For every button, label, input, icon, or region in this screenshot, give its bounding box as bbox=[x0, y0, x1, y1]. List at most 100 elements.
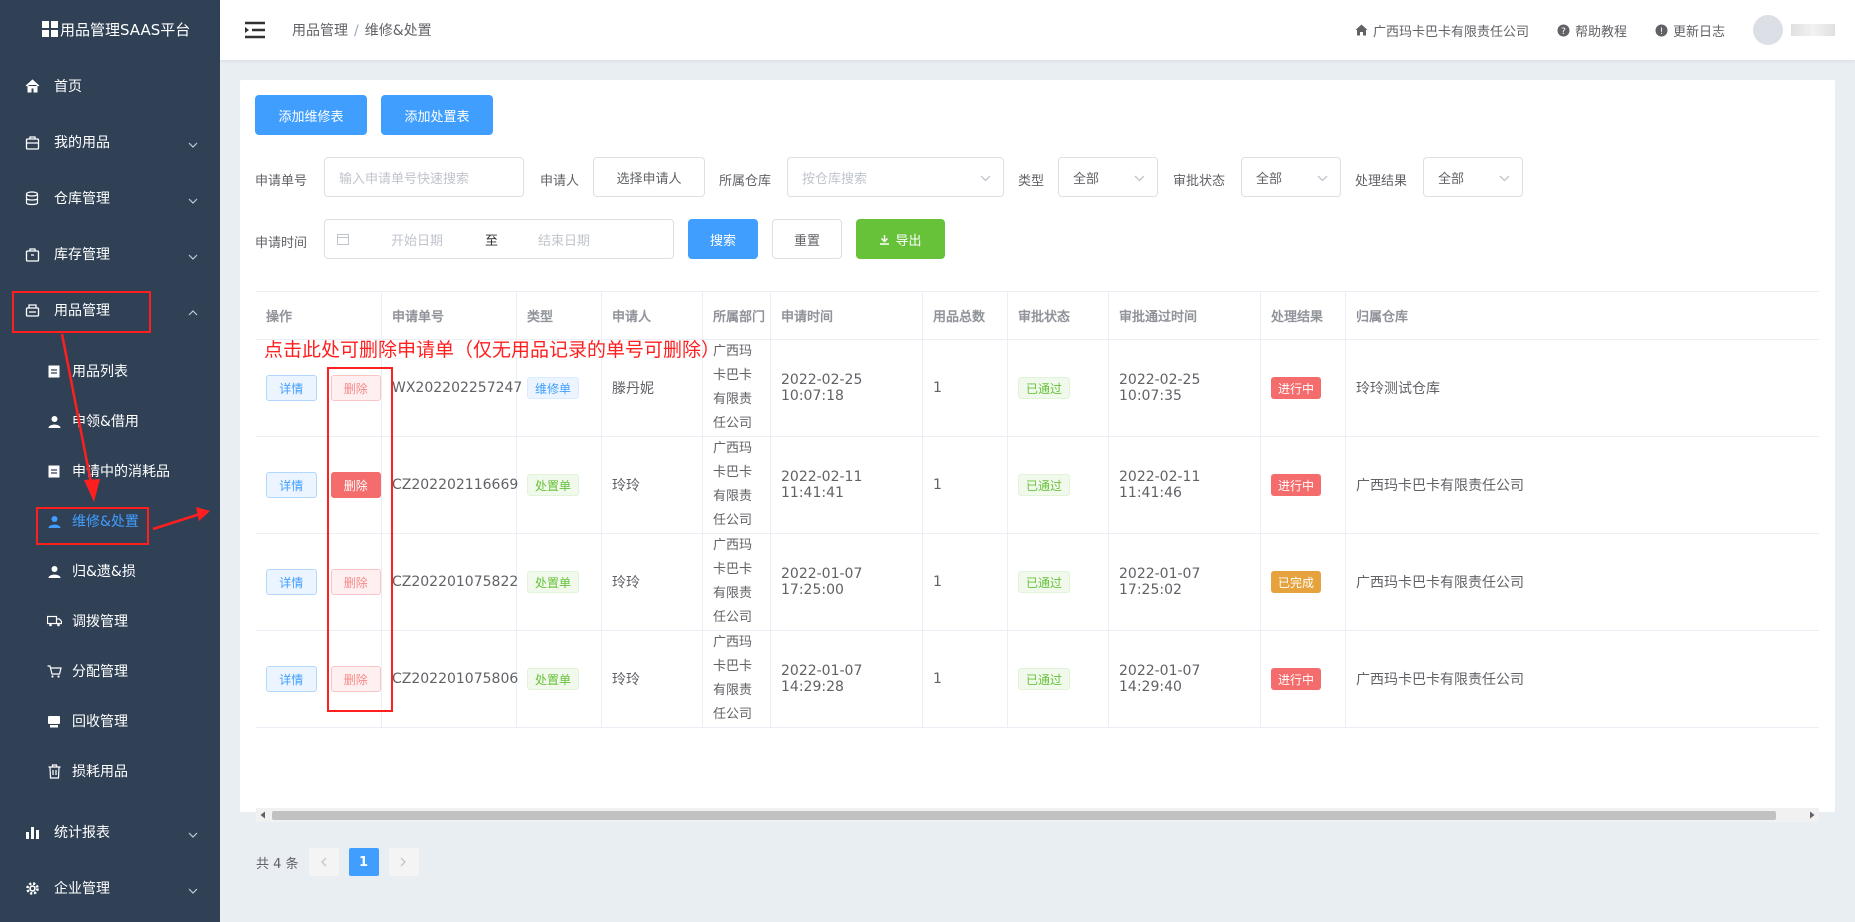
col-header: 用品总数 bbox=[923, 292, 1008, 339]
breadcrumb: 用品管理 / 维修&处置 bbox=[292, 23, 432, 39]
scroll-left-icon[interactable] bbox=[259, 811, 267, 819]
add-repair-button[interactable]: 添加维修表 bbox=[255, 95, 367, 135]
question-icon: ? bbox=[1557, 24, 1570, 37]
breadcrumb-current: 维修&处置 bbox=[364, 23, 432, 39]
help-link[interactable]: ? 帮助教程 bbox=[1557, 21, 1627, 40]
approval-tag: 已通过 bbox=[1018, 474, 1071, 496]
result-value: 全部 bbox=[1438, 171, 1465, 187]
scroll-right-icon[interactable] bbox=[1808, 811, 1816, 819]
time-cell: 2022-01-07 14:29:28 bbox=[771, 631, 923, 727]
sidebar-item-warehouse[interactable]: 仓库管理 bbox=[0, 170, 220, 226]
end-date-placeholder[interactable]: 结束日期 bbox=[538, 230, 590, 249]
count-cell: 1 bbox=[923, 631, 1008, 727]
chevron-left-icon bbox=[321, 857, 327, 867]
database-icon bbox=[24, 190, 40, 206]
company-link[interactable]: 广西玛卡巴卡有限责任公司 bbox=[1355, 21, 1529, 40]
result-tag: 进行中 bbox=[1271, 668, 1322, 690]
applicant-cell: 玲玲 bbox=[602, 631, 703, 727]
start-date-placeholder[interactable]: 开始日期 bbox=[391, 230, 443, 249]
breadcrumb-item[interactable]: 用品管理 bbox=[292, 23, 348, 39]
main-card: 添加维修表 添加处置表 申请单号 输入申请单号快速搜索 申请人 选择申请人 所属… bbox=[240, 80, 1835, 876]
detail-button[interactable]: 详情 bbox=[266, 569, 317, 595]
type-cell: 处置单 bbox=[517, 631, 602, 727]
scroll-thumb[interactable] bbox=[272, 811, 1776, 820]
result-select[interactable]: 全部 bbox=[1423, 157, 1523, 197]
count-cell: 1 bbox=[923, 534, 1008, 630]
page-button[interactable]: 1 bbox=[348, 848, 379, 876]
approved-time-cell: 2022-01-07 14:29:40 bbox=[1109, 631, 1261, 727]
warehouse-label: 所属仓库 bbox=[719, 174, 772, 189]
sidebar-item-label: 库存管理 bbox=[54, 247, 110, 263]
col-header: 所属部门 bbox=[703, 292, 771, 339]
changelog-label: 更新日志 bbox=[1672, 24, 1725, 40]
type-select[interactable]: 全部 bbox=[1058, 157, 1158, 197]
dept-cell: 广西玛卡巴卡有限责任公司 bbox=[703, 534, 771, 630]
svg-text:?: ? bbox=[1561, 27, 1566, 37]
chevron-down-icon bbox=[980, 171, 991, 186]
home-icon bbox=[1355, 24, 1368, 36]
result-label: 处理结果 bbox=[1355, 174, 1408, 189]
download-icon bbox=[880, 234, 890, 245]
menu-fold-icon[interactable] bbox=[244, 21, 266, 39]
approval-select[interactable]: 全部 bbox=[1241, 157, 1341, 197]
warehouse-select[interactable]: 按仓库搜索 bbox=[787, 157, 1004, 197]
col-header: 类型 bbox=[517, 292, 602, 339]
approval-cell: 已通过 bbox=[1008, 340, 1109, 436]
info-icon: ! bbox=[1655, 24, 1668, 37]
date-range-picker[interactable]: 开始日期 至 结束日期 bbox=[324, 219, 674, 259]
highlight-item-management bbox=[12, 291, 151, 333]
result-tag: 进行中 bbox=[1271, 474, 1322, 496]
app-no-cell: CZ202201075806 bbox=[382, 631, 518, 727]
type-tag: 维修单 bbox=[527, 377, 580, 399]
app-no-input[interactable]: 输入申请单号快速搜索 bbox=[324, 157, 524, 197]
annotation-text: 点击此处可删除申请单（仅无用品记录的单号可删除） bbox=[264, 339, 721, 361]
top-header: 用品管理 / 维修&处置 广西玛卡巴卡有限责任公司 ? 帮助教程 ! 更新日志 bbox=[220, 0, 1855, 60]
detail-button[interactable]: 详情 bbox=[266, 472, 317, 498]
add-dispose-button[interactable]: 添加处置表 bbox=[381, 95, 493, 135]
export-button[interactable]: 导出 bbox=[856, 219, 945, 259]
search-button[interactable]: 搜索 bbox=[688, 219, 758, 259]
avatar[interactable] bbox=[1753, 15, 1783, 45]
approval-cell: 已通过 bbox=[1008, 534, 1109, 630]
col-header: 归属仓库 bbox=[1356, 310, 1409, 325]
box-icon bbox=[24, 246, 40, 262]
type-cell: 处置单 bbox=[517, 534, 602, 630]
svg-text:!: ! bbox=[1660, 27, 1664, 37]
app-no-label: 申请单号 bbox=[255, 174, 308, 189]
approval-tag: 已通过 bbox=[1018, 668, 1071, 690]
app-no-cell: CZ202202116669 bbox=[382, 437, 518, 533]
next-page-button[interactable] bbox=[388, 848, 419, 876]
type-tag: 处置单 bbox=[527, 474, 580, 496]
sidebar-item-home[interactable]: 首页 bbox=[0, 58, 220, 114]
total-count: 共 4 条 bbox=[256, 856, 299, 872]
reset-button[interactable]: 重置 bbox=[772, 219, 842, 259]
bag-icon bbox=[24, 134, 40, 150]
warehouse-cell: 广西玛卡巴卡有限责任公司 bbox=[1356, 672, 1524, 688]
approval-value: 全部 bbox=[1256, 171, 1283, 187]
range-separator: 至 bbox=[485, 233, 499, 249]
sidebar-item-my-items[interactable]: 我的用品 bbox=[0, 114, 220, 170]
sidebar-item-inventory[interactable]: 库存管理 bbox=[0, 226, 220, 282]
detail-button[interactable]: 详情 bbox=[266, 666, 317, 692]
annotation-arrows bbox=[60, 333, 210, 531]
approval-cell: 已通过 bbox=[1008, 437, 1109, 533]
table-horizontal-scrollbar[interactable] bbox=[256, 808, 1819, 822]
logo[interactable]: 用品管理SAAS平台 bbox=[0, 0, 220, 58]
chevron-down-icon bbox=[1317, 171, 1328, 186]
select-applicant-button[interactable]: 选择申请人 bbox=[593, 157, 705, 197]
col-header: 审批通过时间 bbox=[1109, 292, 1261, 339]
table-row: 详情 删除 CZ202201075806 处置单 玲玲 广西玛卡巴卡有限责任公司… bbox=[256, 631, 1819, 728]
approval-tag: 已通过 bbox=[1018, 571, 1071, 593]
time-cell: 2022-02-25 10:07:18 bbox=[771, 340, 923, 436]
detail-button[interactable]: 详情 bbox=[266, 375, 317, 401]
table-row: 详情 删除 CZ202202116669 处置单 玲玲 广西玛卡巴卡有限责任公司… bbox=[256, 437, 1819, 534]
chevron-down-icon bbox=[1134, 171, 1145, 186]
warehouse-cell: 广西玛卡巴卡有限责任公司 bbox=[1356, 478, 1524, 494]
result-cell: 进行中 bbox=[1261, 340, 1346, 436]
col-header: 申请时间 bbox=[771, 292, 923, 339]
username-blurred bbox=[1791, 24, 1835, 36]
prev-page-button[interactable] bbox=[308, 848, 339, 876]
applicant-label: 申请人 bbox=[540, 174, 580, 189]
chevron-down-icon bbox=[188, 136, 198, 152]
changelog-link[interactable]: ! 更新日志 bbox=[1655, 21, 1725, 40]
